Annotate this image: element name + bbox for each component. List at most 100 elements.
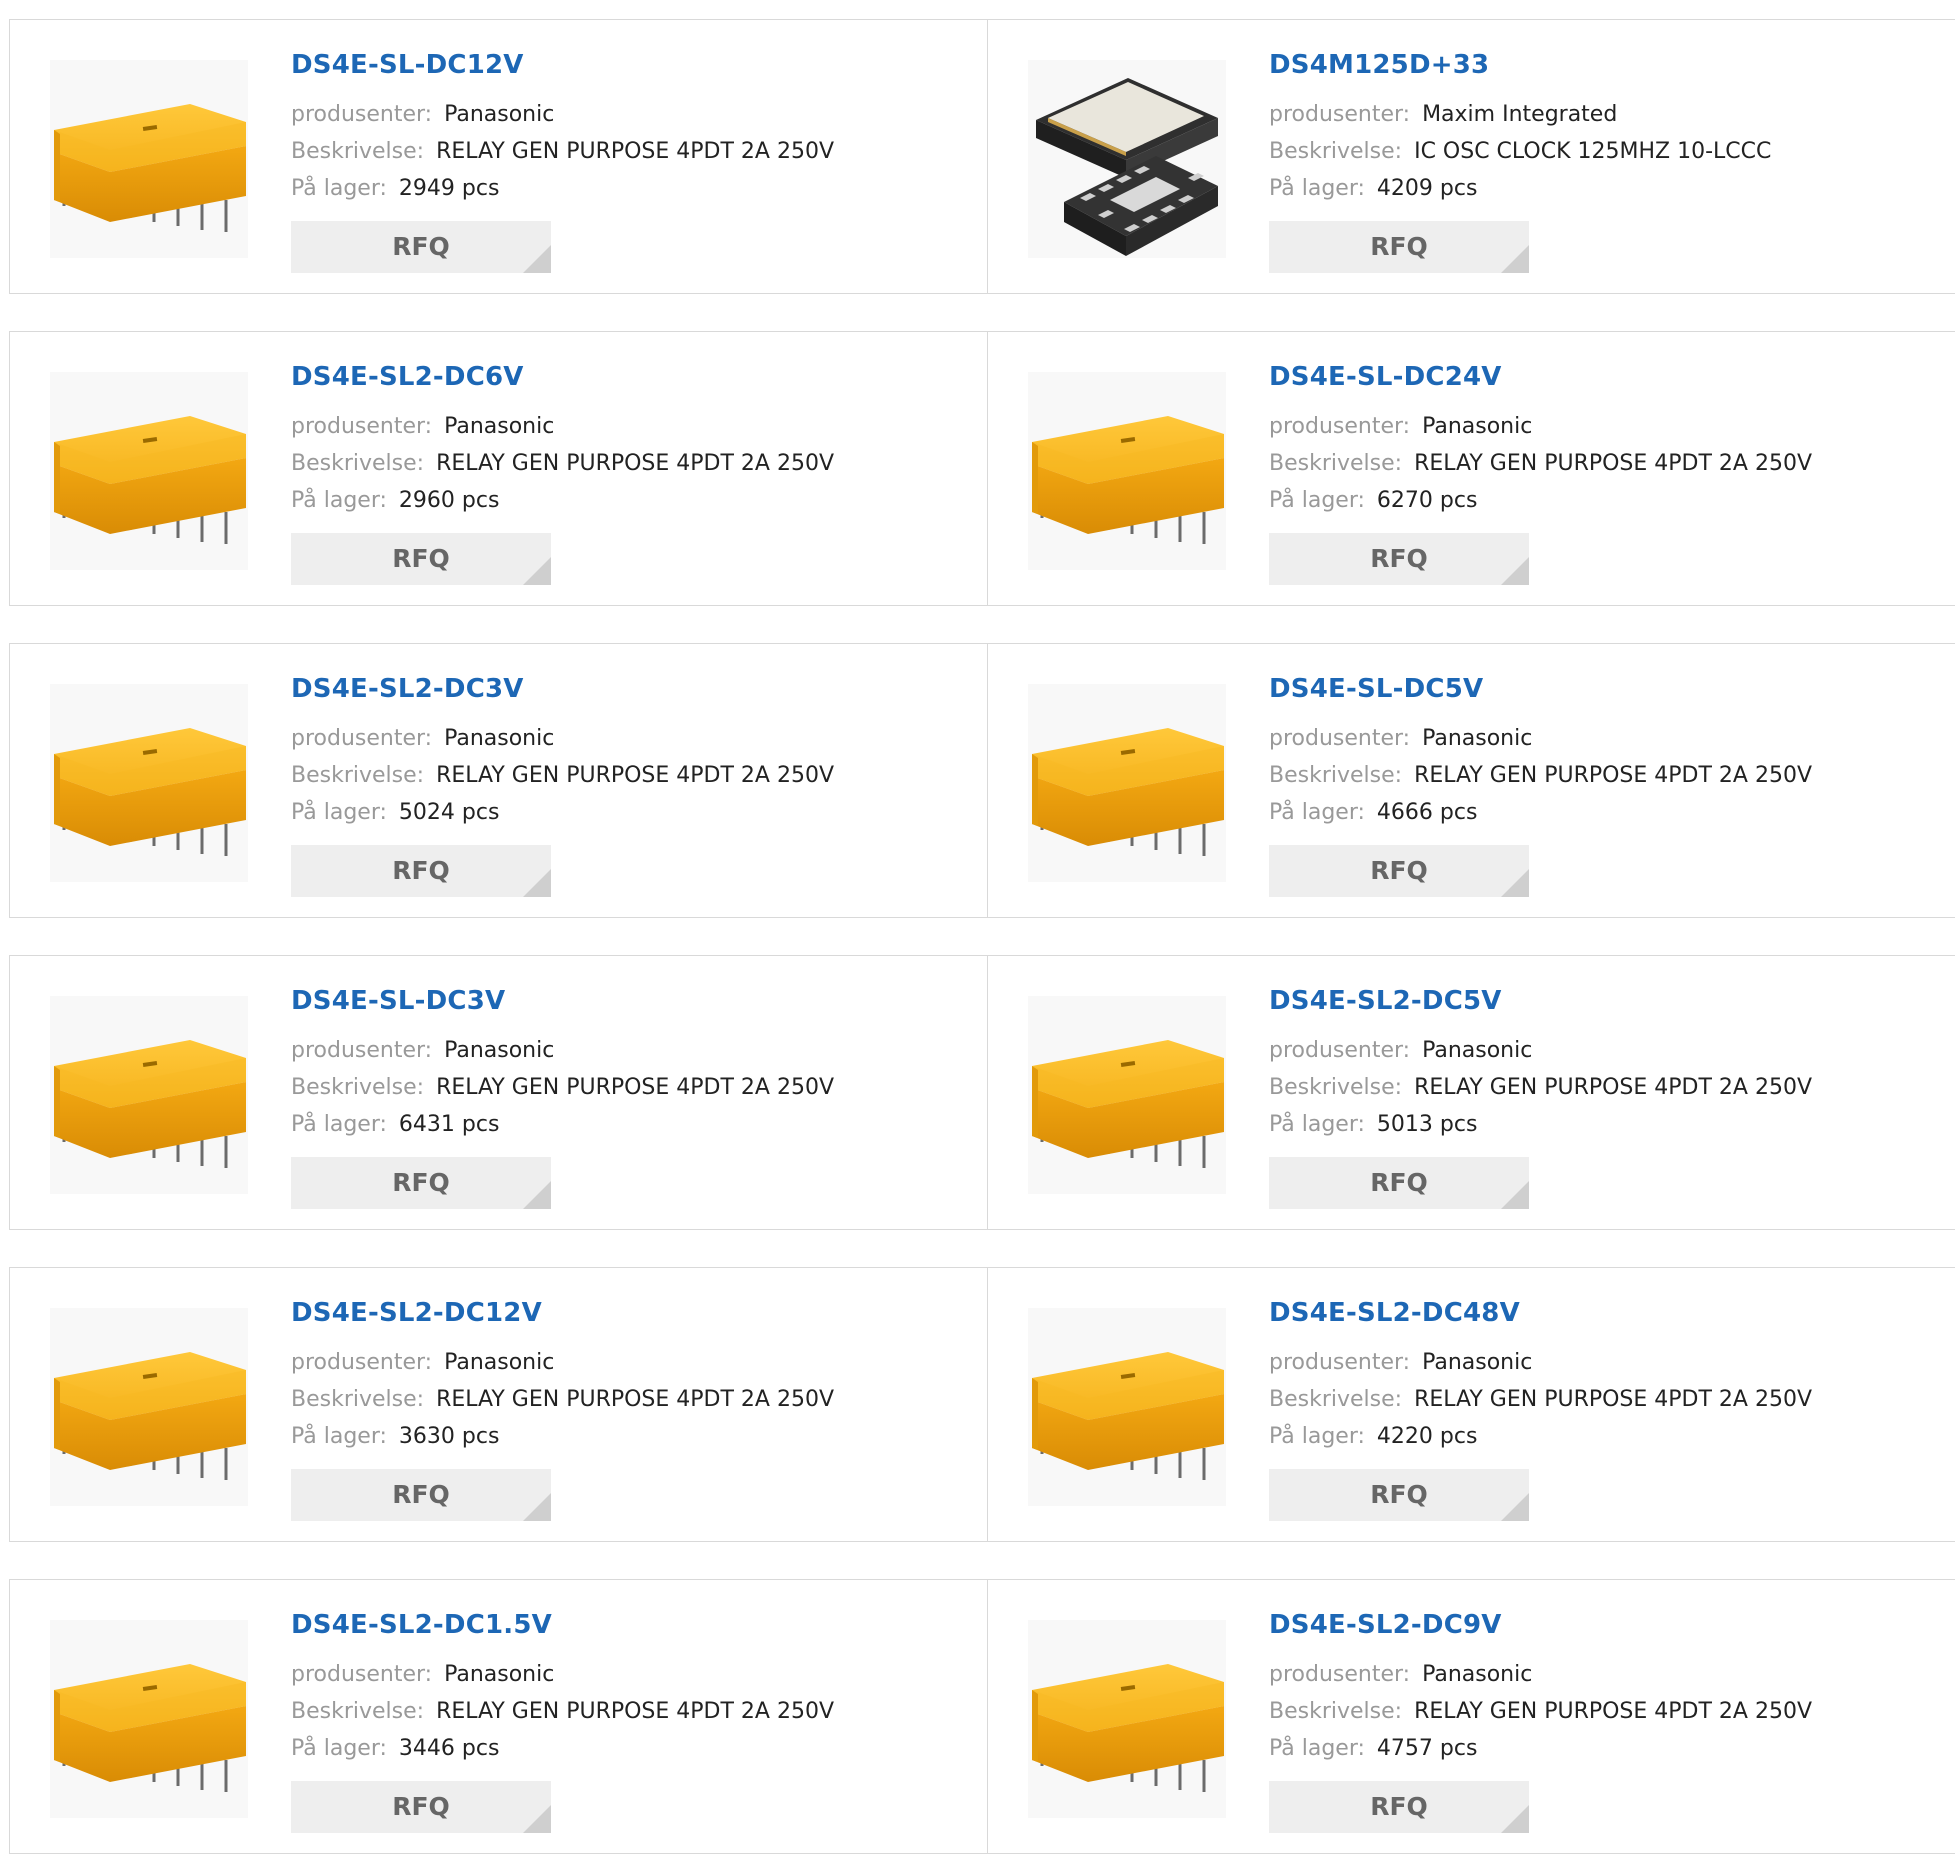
description-value: RELAY GEN PURPOSE 4PDT 2A 250V	[1414, 1699, 1813, 1724]
relay-image[interactable]	[1028, 684, 1226, 882]
description-row: Beskrivelse: RELAY GEN PURPOSE 4PDT 2A 25…	[291, 451, 834, 476]
rfq-button[interactable]: RFQ	[291, 533, 551, 585]
corner-triangle-icon	[523, 869, 551, 897]
stock-label: På lager:	[291, 176, 387, 201]
rfq-button-label: RFQ	[392, 544, 450, 573]
product-part-number-link[interactable]: DS4E-SL-DC24V	[1269, 362, 1502, 392]
relay-image[interactable]	[50, 1308, 248, 1506]
manufacturer-value: Panasonic	[444, 1038, 555, 1063]
description-row: Beskrivelse: RELAY GEN PURPOSE 4PDT 2A 25…	[291, 1387, 834, 1412]
rfq-button-label: RFQ	[392, 1792, 450, 1821]
description-value: IC OSC CLOCK 125MHZ 10-LCCC	[1414, 139, 1772, 164]
relay-image[interactable]	[1028, 1308, 1226, 1506]
relay-image[interactable]	[1028, 372, 1226, 570]
product-card: DS4E-SL2-DC5V produsenter: Panasonic Besk…	[987, 955, 1955, 1230]
manufacturer-row: produsenter: Panasonic	[291, 102, 554, 127]
manufacturer-row: produsenter: Panasonic	[291, 726, 554, 751]
manufacturer-row: produsenter: Panasonic	[1269, 1350, 1532, 1375]
rfq-button-label: RFQ	[392, 232, 450, 261]
manufacturer-label: produsenter:	[291, 726, 433, 751]
ic-chip-image[interactable]	[1028, 60, 1226, 258]
stock-label: På lager:	[1269, 1112, 1365, 1137]
product-part-number-link[interactable]: DS4E-SL-DC12V	[291, 50, 524, 80]
product-part-number-link[interactable]: DS4E-SL-DC5V	[1269, 674, 1483, 704]
rfq-button-label: RFQ	[1370, 1168, 1428, 1197]
product-row: DS4E-SL-DC3V produsenter: Panasonic Beskr…	[9, 955, 1955, 1230]
stock-label: På lager:	[291, 1424, 387, 1449]
rfq-button[interactable]: RFQ	[291, 1157, 551, 1209]
description-label: Beskrivelse:	[1269, 1075, 1403, 1100]
stock-value: 4666 pcs	[1376, 800, 1478, 825]
stock-value: 4209 pcs	[1376, 176, 1478, 201]
rfq-button-label: RFQ	[1370, 544, 1428, 573]
rfq-button-label: RFQ	[1370, 856, 1428, 885]
product-part-number-link[interactable]: DS4E-SL2-DC1.5V	[291, 1610, 552, 1640]
rfq-button[interactable]: RFQ	[291, 845, 551, 897]
manufacturer-label: produsenter:	[1269, 102, 1411, 127]
stock-row: På lager: 5013 pcs	[1269, 1112, 1477, 1137]
rfq-button[interactable]: RFQ	[1269, 221, 1529, 273]
manufacturer-row: produsenter: Panasonic	[291, 1038, 554, 1063]
corner-triangle-icon	[523, 1181, 551, 1209]
corner-triangle-icon	[1501, 869, 1529, 897]
stock-row: På lager: 4757 pcs	[1269, 1736, 1477, 1761]
relay-image[interactable]	[1028, 996, 1226, 1194]
relay-image[interactable]	[50, 372, 248, 570]
rfq-button[interactable]: RFQ	[1269, 533, 1529, 585]
product-row: DS4E-SL2-DC1.5V produsenter: Panasonic Be…	[9, 1579, 1955, 1854]
description-value: RELAY GEN PURPOSE 4PDT 2A 250V	[436, 1387, 835, 1412]
manufacturer-label: produsenter:	[1269, 1350, 1411, 1375]
rfq-button[interactable]: RFQ	[1269, 1157, 1529, 1209]
corner-triangle-icon	[1501, 1805, 1529, 1833]
relay-image[interactable]	[50, 996, 248, 1194]
product-part-number-link[interactable]: DS4E-SL2-DC5V	[1269, 986, 1502, 1016]
product-part-number-link[interactable]: DS4M125D+33	[1269, 50, 1489, 80]
product-card: DS4M125D+33 produsenter: Maxim Integrated…	[987, 19, 1955, 294]
rfq-button[interactable]: RFQ	[1269, 1781, 1529, 1833]
product-part-number-link[interactable]: DS4E-SL-DC3V	[291, 986, 505, 1016]
rfq-button[interactable]: RFQ	[1269, 845, 1529, 897]
manufacturer-value: Panasonic	[444, 1662, 555, 1687]
manufacturer-value: Panasonic	[1422, 1350, 1533, 1375]
manufacturer-label: produsenter:	[291, 1038, 433, 1063]
corner-triangle-icon	[1501, 557, 1529, 585]
product-part-number-link[interactable]: DS4E-SL2-DC3V	[291, 674, 524, 704]
description-row: Beskrivelse: RELAY GEN PURPOSE 4PDT 2A 25…	[1269, 1075, 1812, 1100]
corner-triangle-icon	[1501, 245, 1529, 273]
rfq-button[interactable]: RFQ	[1269, 1469, 1529, 1521]
description-value: RELAY GEN PURPOSE 4PDT 2A 250V	[1414, 1075, 1813, 1100]
rfq-button-label: RFQ	[392, 856, 450, 885]
product-part-number-link[interactable]: DS4E-SL2-DC6V	[291, 362, 524, 392]
product-part-number-link[interactable]: DS4E-SL2-DC12V	[291, 1298, 542, 1328]
stock-label: På lager:	[291, 1112, 387, 1137]
manufacturer-value: Panasonic	[1422, 414, 1533, 439]
description-label: Beskrivelse:	[1269, 1387, 1403, 1412]
rfq-button[interactable]: RFQ	[291, 1469, 551, 1521]
rfq-button[interactable]: RFQ	[291, 1781, 551, 1833]
rfq-button-label: RFQ	[1370, 232, 1428, 261]
manufacturer-value: Panasonic	[444, 102, 555, 127]
manufacturer-value: Panasonic	[1422, 726, 1533, 751]
product-card: DS4E-SL2-DC3V produsenter: Panasonic Besk…	[9, 643, 989, 918]
product-card: DS4E-SL-DC3V produsenter: Panasonic Beskr…	[9, 955, 989, 1230]
stock-row: På lager: 4220 pcs	[1269, 1424, 1477, 1449]
product-part-number-link[interactable]: DS4E-SL2-DC48V	[1269, 1298, 1520, 1328]
description-value: RELAY GEN PURPOSE 4PDT 2A 250V	[436, 763, 835, 788]
corner-triangle-icon	[523, 1805, 551, 1833]
description-row: Beskrivelse: RELAY GEN PURPOSE 4PDT 2A 25…	[1269, 1387, 1812, 1412]
stock-value: 2949 pcs	[398, 176, 500, 201]
rfq-button[interactable]: RFQ	[291, 221, 551, 273]
manufacturer-value: Maxim Integrated	[1422, 102, 1618, 127]
product-row: DS4E-SL2-DC3V produsenter: Panasonic Besk…	[9, 643, 1955, 918]
relay-image[interactable]	[50, 1620, 248, 1818]
manufacturer-row: produsenter: Maxim Integrated	[1269, 102, 1617, 127]
relay-image[interactable]	[50, 60, 248, 258]
manufacturer-label: produsenter:	[1269, 726, 1411, 751]
stock-row: På lager: 4209 pcs	[1269, 176, 1477, 201]
product-part-number-link[interactable]: DS4E-SL2-DC9V	[1269, 1610, 1502, 1640]
stock-label: På lager:	[291, 1736, 387, 1761]
relay-image[interactable]	[1028, 1620, 1226, 1818]
description-label: Beskrivelse:	[1269, 451, 1403, 476]
relay-image[interactable]	[50, 684, 248, 882]
product-card: DS4E-SL-DC12V produsenter: Panasonic Besk…	[9, 19, 989, 294]
